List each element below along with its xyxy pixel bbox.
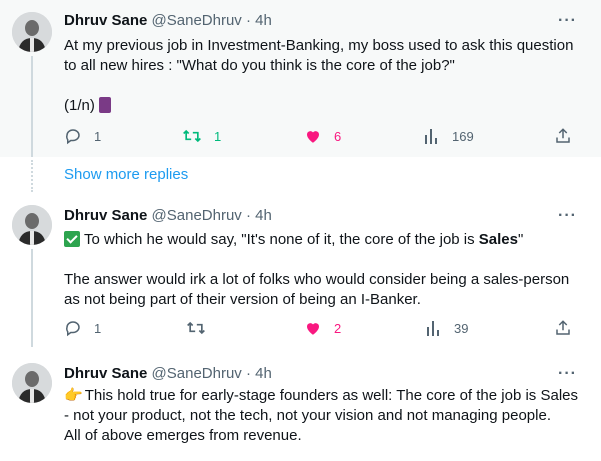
tweet-line bbox=[64, 250, 584, 270]
separator-dot: · bbox=[245, 12, 251, 29]
author-handle[interactable]: @SaneDhruv bbox=[152, 12, 242, 29]
like-button[interactable]: 6 bbox=[304, 127, 341, 145]
pointing-finger-emoji: 👉 bbox=[64, 387, 83, 404]
tweet-line: The answer would irk a lot of folks who … bbox=[64, 271, 570, 288]
tweet-text: At my previous job in Investment-Banking… bbox=[64, 36, 584, 116]
author-name[interactable]: Dhruv Sane bbox=[64, 207, 147, 224]
heart-icon bbox=[307, 131, 319, 143]
author-handle[interactable]: @SaneDhruv bbox=[152, 207, 242, 224]
tweet-text: To which he would say, "It's none of it,… bbox=[64, 230, 584, 310]
views-button[interactable]: 39 bbox=[426, 319, 468, 337]
tweet-line: 👉 This hold true for early-stage founders… bbox=[64, 386, 584, 406]
like-count: 6 bbox=[334, 128, 342, 144]
check-mark-emoji bbox=[64, 231, 80, 247]
tweet-1[interactable]: Dhruv Sane @SaneDhruv · 4h ··· At my pre… bbox=[0, 0, 601, 157]
show-more-replies-link[interactable]: Show more replies bbox=[64, 166, 188, 183]
avatar[interactable] bbox=[12, 12, 52, 52]
author-handle[interactable]: @SaneDhruv bbox=[152, 365, 242, 382]
separator-dot: · bbox=[245, 365, 251, 382]
reply-count: 1 bbox=[94, 128, 102, 144]
retweet-button[interactable]: 1 bbox=[182, 127, 221, 145]
reply-button[interactable]: 1 bbox=[64, 319, 101, 337]
timestamp[interactable]: 4h bbox=[255, 12, 272, 29]
tweet-3[interactable]: Dhruv Sane @SaneDhruv · 4h ··· 👉 This hol… bbox=[0, 355, 601, 461]
thread-line bbox=[31, 249, 33, 347]
like-count: 2 bbox=[334, 320, 342, 336]
tweet-line-text: " bbox=[518, 231, 524, 248]
views-chart-icon bbox=[427, 321, 439, 336]
tweet-line-text: To which he would say, "It's none of it,… bbox=[84, 231, 479, 248]
views-button[interactable]: 169 bbox=[424, 127, 474, 145]
tweet-header: Dhruv Sane @SaneDhruv · 4h bbox=[64, 207, 272, 224]
retweet-button[interactable] bbox=[186, 319, 206, 337]
tweet-line-text: This hold true for early-stage founders … bbox=[84, 387, 578, 404]
timestamp[interactable]: 4h bbox=[255, 207, 272, 224]
tweet-line: To which he would say, "It's none of it,… bbox=[64, 230, 584, 250]
share-icon bbox=[556, 128, 570, 143]
timestamp[interactable]: 4h bbox=[255, 365, 272, 382]
tweet-line: - not your product, not the tech, not yo… bbox=[64, 407, 551, 424]
tweet-header: Dhruv Sane @SaneDhruv · 4h bbox=[64, 12, 272, 29]
reply-button[interactable]: 1 bbox=[64, 127, 101, 145]
retweet-count: 1 bbox=[214, 128, 222, 144]
reply-icon bbox=[66, 321, 80, 337]
tweet-line-text: (1/n) bbox=[64, 97, 95, 114]
reply-icon bbox=[66, 129, 80, 145]
tweet-actions: 1 1 6 169 bbox=[64, 127, 584, 147]
author-name[interactable]: Dhruv Sane bbox=[64, 12, 147, 29]
tweet-line: At my previous job in Investment-Banking… bbox=[64, 37, 574, 54]
thread-line bbox=[31, 56, 33, 157]
share-icon bbox=[556, 320, 570, 335]
bold-text: Sales bbox=[478, 231, 518, 248]
tweet-header: Dhruv Sane @SaneDhruv · 4h bbox=[64, 365, 272, 382]
retweet-icon bbox=[187, 321, 205, 335]
tweet-line: (1/n) bbox=[64, 96, 584, 116]
reply-count: 1 bbox=[94, 320, 102, 336]
views-chart-icon bbox=[425, 129, 437, 144]
share-button[interactable] bbox=[554, 127, 572, 145]
tweet-text: 👉 This hold true for early-stage founders… bbox=[64, 386, 584, 446]
share-button[interactable] bbox=[554, 319, 572, 337]
more-options-icon[interactable]: ··· bbox=[558, 366, 577, 382]
tweet-line: All of above emerges from revenue. bbox=[64, 427, 302, 444]
retweet-icon bbox=[183, 129, 201, 143]
thread-spool-emoji bbox=[98, 97, 111, 113]
tweet-line bbox=[64, 76, 584, 96]
tweet-line: as not being part of their version of be… bbox=[64, 291, 421, 308]
heart-icon bbox=[307, 323, 319, 335]
view-count: 39 bbox=[454, 320, 469, 336]
separator-dot: · bbox=[245, 207, 251, 224]
view-count: 169 bbox=[452, 128, 474, 144]
tweet-2[interactable]: Dhruv Sane @SaneDhruv · 4h ··· To which … bbox=[0, 197, 601, 347]
tweet-line: to all new hires : "What do you think is… bbox=[64, 57, 455, 74]
thread-dotted-line bbox=[31, 160, 35, 192]
like-button[interactable]: 2 bbox=[304, 319, 341, 337]
more-options-icon[interactable]: ··· bbox=[558, 13, 577, 29]
tweet-actions: 1 2 39 bbox=[64, 319, 584, 339]
more-options-icon[interactable]: ··· bbox=[558, 208, 577, 224]
author-name[interactable]: Dhruv Sane bbox=[64, 365, 147, 382]
avatar[interactable] bbox=[12, 205, 52, 245]
avatar[interactable] bbox=[12, 363, 52, 403]
